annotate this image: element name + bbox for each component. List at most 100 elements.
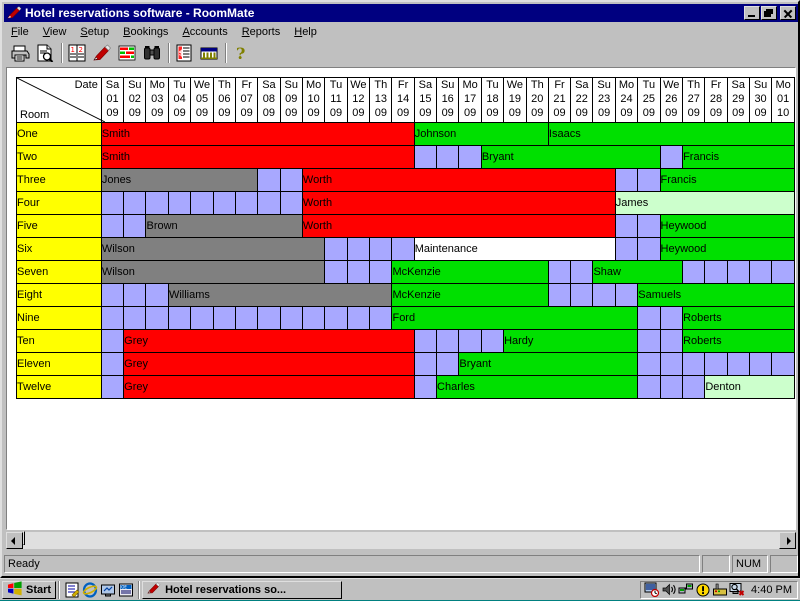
notepad-icon[interactable] [64, 582, 80, 598]
empty-day-cell[interactable] [145, 283, 169, 307]
booking-block[interactable]: Charles [436, 375, 639, 399]
empty-day-cell[interactable] [458, 145, 482, 169]
booking-block[interactable]: James [614, 191, 795, 215]
bank-icon[interactable] [197, 42, 221, 65]
booking-block[interactable]: Heywood [659, 237, 795, 261]
empty-day-cell[interactable] [167, 306, 192, 330]
empty-day-cell[interactable] [659, 352, 684, 376]
booking-block[interactable]: Hardy [503, 329, 639, 353]
booking-block[interactable]: Jones [100, 168, 259, 192]
room-name-cell[interactable]: Nine [16, 306, 102, 330]
scroll-right-button[interactable] [779, 532, 796, 549]
taskbar-clock[interactable]: 4:40 PM [751, 584, 792, 596]
booking-block[interactable]: Worth [301, 191, 616, 215]
minimize-button[interactable] [744, 6, 760, 20]
empty-day-cell[interactable] [167, 191, 192, 215]
menu-item-setup[interactable]: Setup [73, 25, 116, 39]
print-icon[interactable] [8, 42, 32, 65]
empty-day-cell[interactable] [480, 329, 505, 353]
empty-day-cell[interactable] [659, 375, 684, 399]
booking-block[interactable]: Smith [100, 145, 415, 169]
empty-day-cell[interactable] [614, 283, 639, 307]
modem-icon[interactable] [712, 582, 728, 598]
empty-day-cell[interactable] [682, 375, 706, 399]
empty-day-cell[interactable] [257, 191, 281, 215]
taskbar-task-roommate[interactable]: Hotel reservations so... [142, 580, 343, 599]
room-name-cell[interactable]: Eight [16, 283, 102, 307]
menu-item-accounts[interactable]: Accounts [175, 25, 234, 39]
room-name-cell[interactable]: Two [16, 145, 102, 169]
pen-edit-icon[interactable] [90, 42, 114, 65]
chart-bars-icon[interactable] [115, 42, 139, 65]
empty-day-cell[interactable] [570, 260, 594, 284]
menu-item-bookings[interactable]: Bookings [116, 25, 175, 39]
empty-day-cell[interactable] [100, 352, 125, 376]
empty-day-cell[interactable] [748, 352, 773, 376]
empty-day-cell[interactable] [659, 306, 684, 330]
empty-day-cell[interactable] [547, 283, 572, 307]
empty-day-cell[interactable] [436, 145, 460, 169]
network-icon[interactable] [678, 582, 694, 598]
internet-explorer-icon[interactable] [82, 581, 98, 598]
empty-day-cell[interactable] [413, 329, 438, 353]
empty-day-cell[interactable] [324, 237, 348, 261]
empty-day-cell[interactable] [100, 375, 125, 399]
booking-block[interactable]: Worth [301, 168, 616, 192]
empty-day-cell[interactable] [637, 329, 661, 353]
booking-block[interactable]: Roberts [682, 306, 795, 330]
empty-day-cell[interactable] [190, 306, 214, 330]
empty-day-cell[interactable] [369, 237, 393, 261]
empty-day-cell[interactable] [100, 306, 125, 330]
help-icon[interactable]: ? [229, 42, 253, 65]
empty-day-cell[interactable] [614, 214, 639, 238]
booking-block[interactable]: Bryant [480, 145, 661, 169]
menu-item-reports[interactable]: Reports [235, 25, 288, 39]
empty-day-cell[interactable] [413, 145, 438, 169]
scheduled-tasks-icon[interactable] [644, 582, 660, 598]
empty-day-cell[interactable] [301, 306, 326, 330]
empty-day-cell[interactable] [547, 260, 572, 284]
empty-day-cell[interactable] [614, 168, 639, 192]
booking-block[interactable]: Maintenance [413, 237, 616, 261]
empty-day-cell[interactable] [324, 260, 348, 284]
room-name-cell[interactable]: Seven [16, 260, 102, 284]
empty-day-cell[interactable] [123, 214, 147, 238]
empty-day-cell[interactable] [413, 375, 438, 399]
empty-day-cell[interactable] [346, 306, 371, 330]
booking-block[interactable]: Francis [659, 168, 795, 192]
close-button[interactable] [780, 6, 796, 20]
empty-day-cell[interactable] [704, 352, 728, 376]
empty-day-cell[interactable] [145, 306, 169, 330]
volume-icon[interactable] [661, 582, 677, 598]
empty-day-cell[interactable] [771, 352, 795, 376]
booking-block[interactable]: Wilson [100, 237, 326, 261]
empty-day-cell[interactable] [637, 352, 661, 376]
booking-block[interactable]: Grey [123, 375, 415, 399]
empty-day-cell[interactable] [145, 191, 169, 215]
booking-list-icon[interactable]: 1 2 [65, 42, 89, 65]
empty-day-cell[interactable] [659, 329, 684, 353]
booking-block[interactable]: McKenzie [391, 260, 549, 284]
room-name-cell[interactable]: Eleven [16, 352, 102, 376]
booking-block[interactable]: Brown [145, 214, 303, 238]
empty-day-cell[interactable] [436, 352, 460, 376]
empty-day-cell[interactable] [279, 168, 303, 192]
booking-block[interactable]: Samuels [637, 283, 795, 307]
empty-day-cell[interactable] [279, 306, 303, 330]
empty-day-cell[interactable] [123, 306, 147, 330]
empty-day-cell[interactable] [257, 306, 281, 330]
empty-day-cell[interactable] [324, 306, 348, 330]
booking-block[interactable]: Bryant [458, 352, 639, 376]
empty-day-cell[interactable] [771, 260, 795, 284]
scroll-left-button[interactable] [6, 532, 23, 549]
empty-day-cell[interactable] [637, 168, 661, 192]
empty-day-cell[interactable] [704, 260, 728, 284]
room-name-cell[interactable]: One [16, 122, 102, 146]
empty-day-cell[interactable] [659, 145, 684, 169]
empty-day-cell[interactable] [235, 191, 259, 215]
booking-block[interactable]: Williams [167, 283, 393, 307]
booking-block[interactable]: Heywood [659, 214, 795, 238]
empty-day-cell[interactable] [682, 260, 706, 284]
empty-day-cell[interactable] [637, 214, 661, 238]
empty-day-cell[interactable] [413, 352, 438, 376]
